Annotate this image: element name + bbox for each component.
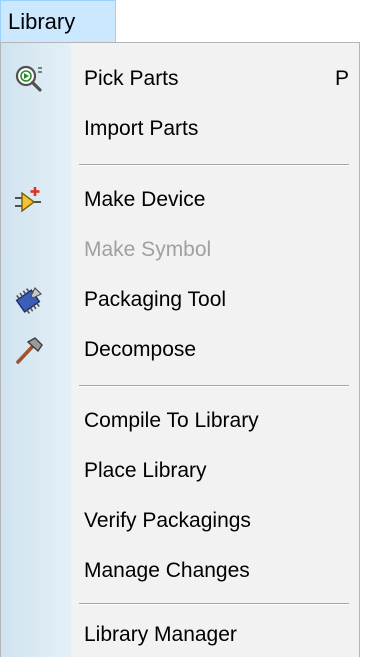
menu-separator bbox=[79, 164, 349, 166]
menu-item-decompose[interactable]: Decompose bbox=[1, 327, 359, 373]
menu-item-library-manager[interactable]: Library Manager bbox=[1, 612, 359, 657]
menu-item-import-parts[interactable]: Import Parts bbox=[1, 106, 359, 152]
menu-bar: Library bbox=[0, 0, 369, 42]
menu-item-place-library[interactable]: Place Library bbox=[1, 448, 359, 494]
pick-parts-icon bbox=[13, 63, 45, 95]
menu-item-make-device[interactable]: Make Device bbox=[1, 177, 359, 223]
decompose-icon bbox=[13, 334, 45, 366]
menu-item-label: Library Manager bbox=[84, 623, 237, 646]
menu-item-make-symbol: Make Symbol bbox=[1, 227, 359, 273]
menubar-library[interactable]: Library bbox=[0, 0, 116, 42]
menu-item-packaging-tool[interactable]: Packaging Tool bbox=[1, 277, 359, 323]
menu-item-label: Packaging Tool bbox=[84, 288, 227, 311]
menu-item-label: Place Library bbox=[84, 459, 207, 482]
menu-separator bbox=[79, 385, 349, 387]
menu-separator bbox=[79, 603, 349, 605]
menu-item-pick-parts[interactable]: Pick Parts P bbox=[1, 56, 359, 102]
menu-item-label: Decompose bbox=[84, 338, 197, 361]
menu-item-label: Manage Changes bbox=[84, 559, 250, 582]
make-device-icon bbox=[13, 184, 45, 216]
menu-item-manage-changes[interactable]: Manage Changes bbox=[1, 548, 359, 594]
menu-item-label: Verify Packagings bbox=[84, 509, 251, 532]
library-dropdown-menu: Pick Parts P Import Parts Make Device Ma… bbox=[0, 42, 360, 657]
menu-item-label: Compile To Library bbox=[84, 409, 259, 432]
menu-item-label: Make Symbol bbox=[84, 238, 212, 261]
menu-item-label: Make Device bbox=[84, 188, 206, 211]
menu-item-verify-packagings[interactable]: Verify Packagings bbox=[1, 498, 359, 544]
menu-item-compile-to-library[interactable]: Compile To Library bbox=[1, 398, 359, 444]
menu-item-label: Import Parts bbox=[84, 117, 199, 140]
packaging-tool-icon bbox=[13, 284, 45, 316]
menu-item-label: Pick Parts bbox=[84, 67, 179, 90]
shortcut-label: P bbox=[335, 67, 350, 90]
